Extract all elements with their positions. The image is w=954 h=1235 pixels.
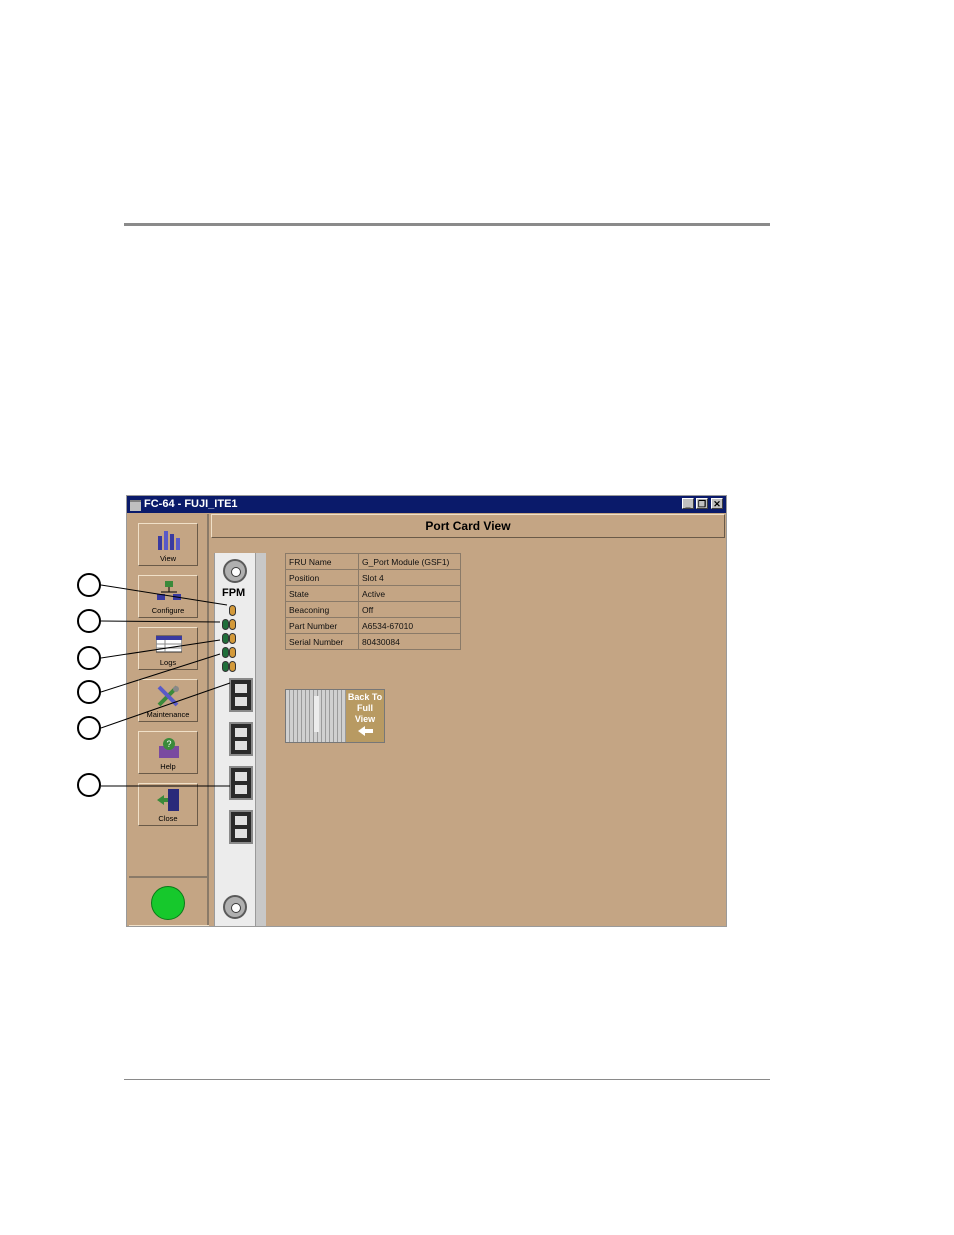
callout-6: [77, 773, 101, 797]
callout-2: [77, 609, 101, 633]
callout-leaders: [100, 584, 231, 787]
callout-1: [77, 573, 101, 597]
callout-3: [77, 646, 101, 670]
callout-4: [77, 680, 101, 704]
callout-5: [77, 716, 101, 740]
